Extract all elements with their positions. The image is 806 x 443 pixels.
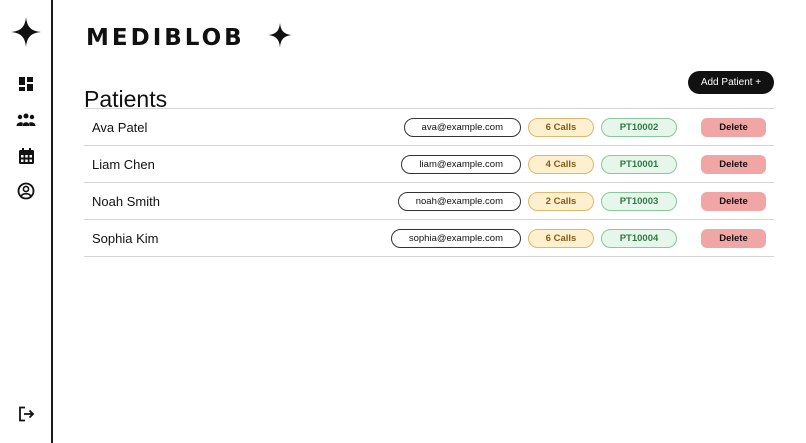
patient-email-badge: liam@example.com xyxy=(401,155,521,174)
calls-badge: 6 Calls xyxy=(528,118,594,137)
main-content: MEDIBLOB Patients Add Patient + Ava Pate… xyxy=(53,0,806,443)
patient-name: Ava Patel xyxy=(92,120,148,135)
brand-wordmark: MEDIBLOB xyxy=(86,24,245,51)
star-logo-icon xyxy=(10,16,42,48)
sidebar xyxy=(0,0,53,443)
brand: MEDIBLOB xyxy=(86,22,293,53)
calls-badge: 4 Calls xyxy=(528,155,594,174)
patient-email-badge: noah@example.com xyxy=(397,192,521,211)
patient-id-badge: PT10001 xyxy=(601,155,677,174)
patient-id-badge: PT10003 xyxy=(601,192,677,211)
patient-id-badge: PT10004 xyxy=(601,229,677,248)
patients-icon[interactable] xyxy=(13,107,39,133)
patients-table: Ava Patel ava@example.com 6 Calls PT1000… xyxy=(84,108,774,257)
patient-email-badge: sophia@example.com xyxy=(390,229,521,248)
calls-badge: 6 Calls xyxy=(528,229,594,248)
patient-name: Liam Chen xyxy=(92,157,155,172)
logout-icon[interactable] xyxy=(13,401,39,427)
table-row: Sophia Kim sophia@example.com 6 Calls PT… xyxy=(84,220,774,257)
add-patient-button[interactable]: Add Patient + xyxy=(688,71,774,94)
delete-button[interactable]: Delete xyxy=(701,192,766,211)
table-row: Liam Chen liam@example.com 4 Calls PT100… xyxy=(84,146,774,183)
table-row: Noah Smith noah@example.com 2 Calls PT10… xyxy=(84,183,774,220)
delete-button[interactable]: Delete xyxy=(701,229,766,248)
profile-icon[interactable] xyxy=(13,178,39,204)
patient-name: Sophia Kim xyxy=(92,231,159,246)
patient-name: Noah Smith xyxy=(92,194,160,209)
table-row: Ava Patel ava@example.com 6 Calls PT1000… xyxy=(84,109,774,146)
delete-button[interactable]: Delete xyxy=(701,118,766,137)
patient-id-badge: PT10002 xyxy=(601,118,677,137)
delete-button[interactable]: Delete xyxy=(701,155,766,174)
dashboard-icon[interactable] xyxy=(13,71,39,97)
sparkle-icon xyxy=(267,22,293,53)
calls-badge: 2 Calls xyxy=(528,192,594,211)
calendar-icon[interactable] xyxy=(13,143,39,169)
patient-email-badge: ava@example.com xyxy=(403,118,521,137)
